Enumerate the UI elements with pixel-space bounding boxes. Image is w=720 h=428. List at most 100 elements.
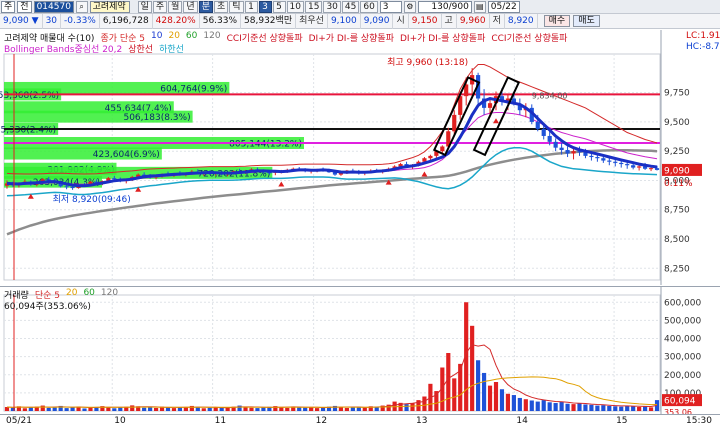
volume-bar: [541, 400, 546, 411]
volume-bar: [315, 408, 320, 411]
high-annotation: 최고 9,960 (13:18): [387, 57, 468, 68]
volume-bar: [338, 407, 344, 411]
price-chart-panel[interactable]: 9,750 9,500 9,250 9,000 8,750 8,500 8,250 604,7…: [0, 30, 720, 285]
turnover-rate: 56.33%: [200, 13, 242, 29]
candle-body: [571, 151, 576, 154]
period-button[interactable]: 틱: [229, 0, 244, 13]
legend-item[interactable]: 60: [186, 31, 197, 44]
volume-bar: [52, 407, 57, 411]
high-price: 9,960: [457, 13, 490, 29]
volume-bar: [648, 407, 654, 411]
current-price-label: 9,090: [664, 166, 690, 176]
period-button[interactable]: 월: [168, 0, 183, 13]
date-input[interactable]: 05/22: [487, 0, 520, 13]
interval-input[interactable]: 3: [379, 0, 402, 13]
candle-body: [613, 161, 618, 163]
sell-button[interactable]: 매도: [573, 15, 600, 27]
volume-bar: [404, 404, 409, 411]
volume-bar: [106, 407, 111, 411]
volume-bar: [470, 325, 475, 411]
volume-bar: [64, 408, 69, 411]
price-change: 30: [43, 13, 62, 29]
volume-bar: [547, 402, 552, 411]
volume-bar: [118, 407, 123, 411]
period-button[interactable]: 45: [341, 0, 360, 13]
period-button[interactable]: 년: [183, 0, 198, 13]
stock-code-input[interactable]: 014570: [33, 0, 74, 13]
volume-bar: [589, 404, 594, 411]
price-tick-label: 9,250: [664, 147, 690, 157]
lc-readout: LC:1.91: [686, 31, 720, 41]
time-tick-label: 12: [315, 416, 328, 426]
volume-tick-label: 200,000: [664, 371, 701, 381]
chart-toolbar: 주 전 014570 ⌕ 고려제약 일 주 월 년 분 초 틱 1 3 5 10 15 30 45 60 3…: [0, 0, 720, 14]
time-tick-label: 10: [114, 416, 126, 426]
volume-bar: [452, 378, 457, 411]
volume-bar: [303, 407, 308, 411]
legend-item[interactable]: CCI기준선 상향돌파: [491, 31, 567, 44]
search-icon[interactable]: ⌕: [75, 0, 88, 13]
legend-item[interactable]: 120: [101, 288, 118, 301]
volume-bar: [565, 403, 570, 411]
volume-bar: [153, 407, 159, 411]
volume-bar: [148, 407, 153, 411]
time-tick-label: 14: [516, 416, 528, 426]
legend-item[interactable]: DI+가 DI-를 상향돌파: [309, 31, 394, 44]
volume-profile-label: 506,183(8.3%): [123, 113, 190, 123]
volume-bar: [165, 407, 171, 411]
volume-chart-panel[interactable]: 600,000 500,000 400,000 300,000 200,000 100,0…: [0, 286, 720, 414]
volume-bar: [595, 405, 600, 411]
volume-profile-label: 805,144(13.2%): [229, 139, 302, 149]
candle-body: [541, 128, 546, 136]
price-chart[interactable]: 9,7509,5009,2509,0008,7508,5008,250604,7…: [0, 30, 720, 285]
volume-bar: [82, 408, 87, 411]
market-select[interactable]: 전: [17, 0, 32, 13]
volume-bar: [28, 407, 33, 411]
period-button[interactable]: 60: [360, 0, 378, 13]
stock-name-field[interactable]: 고려제약: [89, 0, 130, 13]
candle-body: [559, 147, 564, 151]
legend-item[interactable]: 하한선: [159, 42, 184, 55]
period-button[interactable]: 분: [198, 0, 213, 13]
legend-item[interactable]: 120: [203, 31, 220, 44]
volume-profile-label: 423,604(6.9%): [93, 150, 160, 160]
period-button[interactable]: 1: [244, 0, 258, 13]
period-button[interactable]: 주: [152, 0, 168, 13]
buy-button[interactable]: 매수: [543, 15, 571, 27]
period-button[interactable]: 일: [137, 0, 152, 13]
candle-count-input[interactable]: 130/900: [417, 0, 472, 13]
volume-tick-label: 500,000: [664, 316, 701, 326]
calendar-icon[interactable]: ▤: [473, 0, 486, 13]
volume-tick-label: 600,000: [664, 298, 701, 308]
price-tick-label: 8,500: [664, 235, 690, 245]
period-button[interactable]: 30: [323, 0, 341, 13]
volume-bar: [499, 389, 505, 411]
volume-bar: [577, 403, 582, 411]
volume-bar: [481, 372, 487, 411]
volume-bar: [583, 404, 588, 411]
period-button[interactable]: 15: [304, 0, 323, 13]
period-button[interactable]: 10: [286, 0, 304, 13]
price-tick-label: 9,750: [664, 89, 690, 99]
volume-bar: [535, 401, 540, 411]
legend-item[interactable]: DI+가 DI-를 상향돌파: [400, 31, 485, 44]
volume-bar: [279, 407, 284, 411]
legend-item[interactable]: CCI기준선 상향돌파: [227, 31, 303, 44]
volume-chart[interactable]: 600,000500,000400,000300,000200,000100,0…: [0, 287, 720, 414]
period-button[interactable]: 5: [272, 0, 286, 13]
period-button[interactable]: 초: [213, 0, 229, 13]
legend-item[interactable]: 상한선: [128, 42, 153, 55]
period-type-select[interactable]: 주: [1, 0, 16, 13]
candle-body: [64, 186, 69, 188]
volume-bar: [505, 393, 511, 411]
volume-ratio: 428.20%: [153, 13, 200, 29]
candle-body: [631, 165, 636, 168]
low-label: 저: [490, 13, 505, 29]
volume-plot-area: [3, 294, 661, 412]
volume-bar: [171, 408, 177, 411]
volume-bar: [422, 396, 427, 411]
legend-item[interactable]: Bollinger Bands중심선 20,2: [4, 42, 122, 55]
settings-icon[interactable]: ⚙: [403, 0, 416, 13]
volume-bar: [255, 408, 260, 411]
period-button[interactable]: 3: [258, 0, 272, 13]
